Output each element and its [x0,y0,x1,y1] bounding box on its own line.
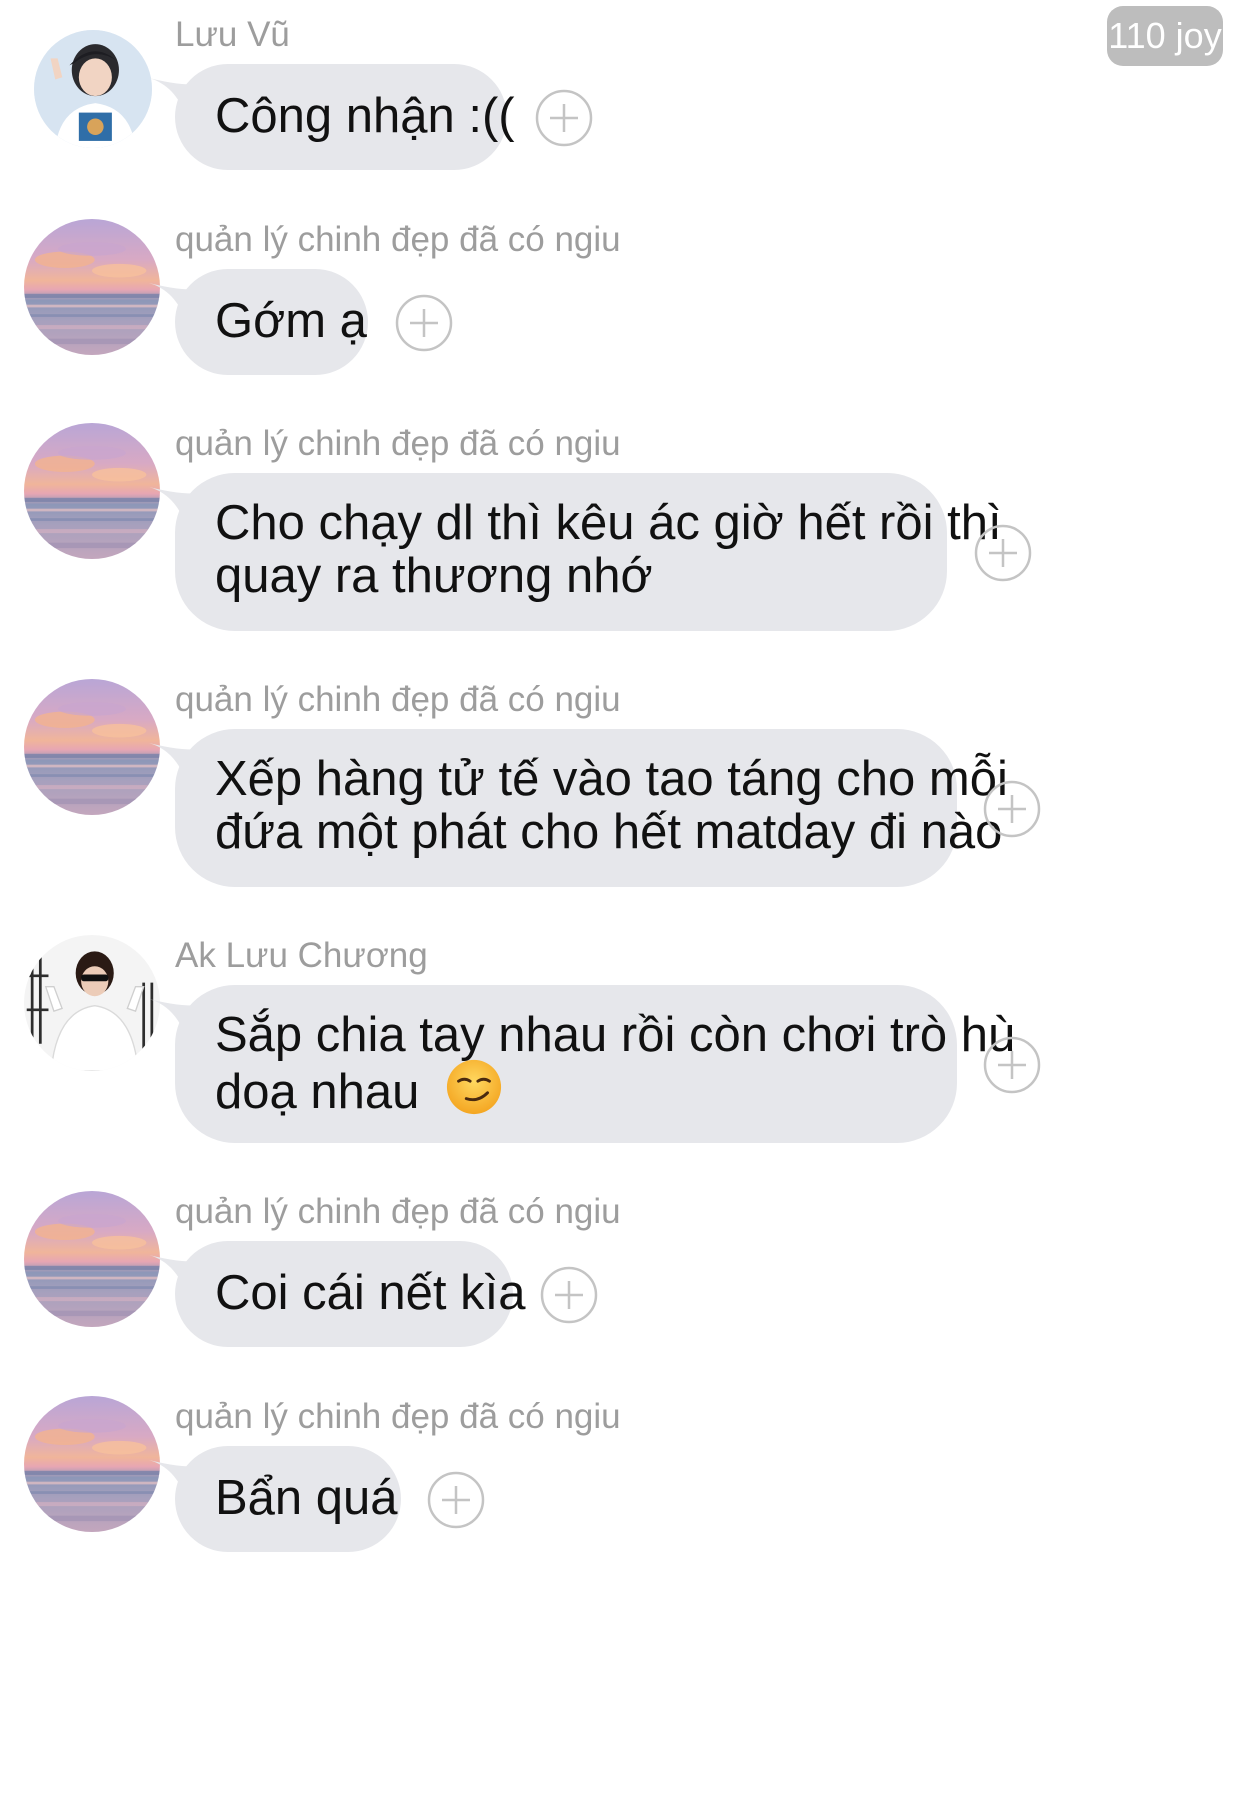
message-text-line: đứa một phát cho hết matday đi nào [215,805,1003,859]
message-bubble[interactable]: Gớm ạ [175,269,368,375]
avatar[interactable] [24,1191,160,1327]
add-reaction-button[interactable] [394,293,454,353]
plus-circle-icon [426,1470,486,1530]
sender-name: quản lý chinh đẹp đã có ngiu [175,680,621,719]
smirking-face-emoji [445,1058,503,1116]
message-text-line: Xếp hàng tử tế vào tao táng cho mỗi [215,752,1008,806]
avatar[interactable] [24,1396,160,1532]
plus-circle-icon [394,293,454,353]
sunset-sea-avatar-image [24,679,160,815]
sunset-sea-avatar-image [24,1396,160,1532]
avatar[interactable] [24,679,160,815]
message-bubble[interactable]: Công nhận :(( [175,64,515,170]
message-text-line: quay ra thương nhớ [215,549,653,603]
sunset-sea-avatar-image [24,423,160,559]
avatar[interactable] [24,219,160,355]
message-bubble[interactable]: Bẩn quá [175,1446,401,1552]
avatar[interactable] [24,935,160,1071]
avatar[interactable] [34,30,152,148]
message-text: Coi cái nết kìa [215,1266,526,1320]
message-text: Công nhận :(( [215,89,515,143]
add-reaction-button[interactable] [982,1035,1042,1095]
plus-circle-icon [534,88,594,148]
sunset-sea-avatar-image [24,219,160,355]
message-text: Gớm ạ [215,294,367,348]
message-text: Bẩn quá [215,1471,398,1525]
avatar[interactable] [24,423,160,559]
message-text-line: Cho chạy dl thì kêu ác giờ hết rồi thì [215,496,1002,550]
sender-name: Lưu Vũ [175,15,290,54]
message-bubble[interactable]: Sắp chia tay nhau rồi còn chơi trò hù do… [175,985,1016,1143]
sender-name: quản lý chinh đẹp đã có ngiu [175,1397,621,1436]
message-bubble[interactable]: Xếp hàng tử tế vào tao táng cho mỗi đứa … [175,729,1008,887]
plus-circle-icon [539,1265,599,1325]
add-reaction-button[interactable] [426,1470,486,1530]
message-text-line: doạ nhau [215,1065,420,1119]
add-reaction-button[interactable] [539,1265,599,1325]
sender-name: quản lý chinh đẹp đã có ngiu [175,1192,621,1231]
plus-circle-icon [973,523,1033,583]
plus-circle-icon [982,1035,1042,1095]
add-reaction-button[interactable] [973,523,1033,583]
plus-circle-icon [982,779,1042,839]
sender-name: quản lý chinh đẹp đã có ngiu [175,220,621,259]
message-bubble[interactable]: Cho chạy dl thì kêu ác giờ hết rồi thì q… [175,473,1002,631]
joy-count-badge: 110 joy [1107,6,1223,66]
add-reaction-button[interactable] [534,88,594,148]
sender-name: Ak Lưu Chương [175,936,428,975]
sender-name: quản lý chinh đẹp đã có ngiu [175,424,621,463]
sunset-sea-avatar-image [24,1191,160,1327]
message-bubble[interactable]: Coi cái nết kìa [175,1241,526,1347]
add-reaction-button[interactable] [982,779,1042,839]
message-text-line: Sắp chia tay nhau rồi còn chơi trò hù [215,1008,1016,1062]
